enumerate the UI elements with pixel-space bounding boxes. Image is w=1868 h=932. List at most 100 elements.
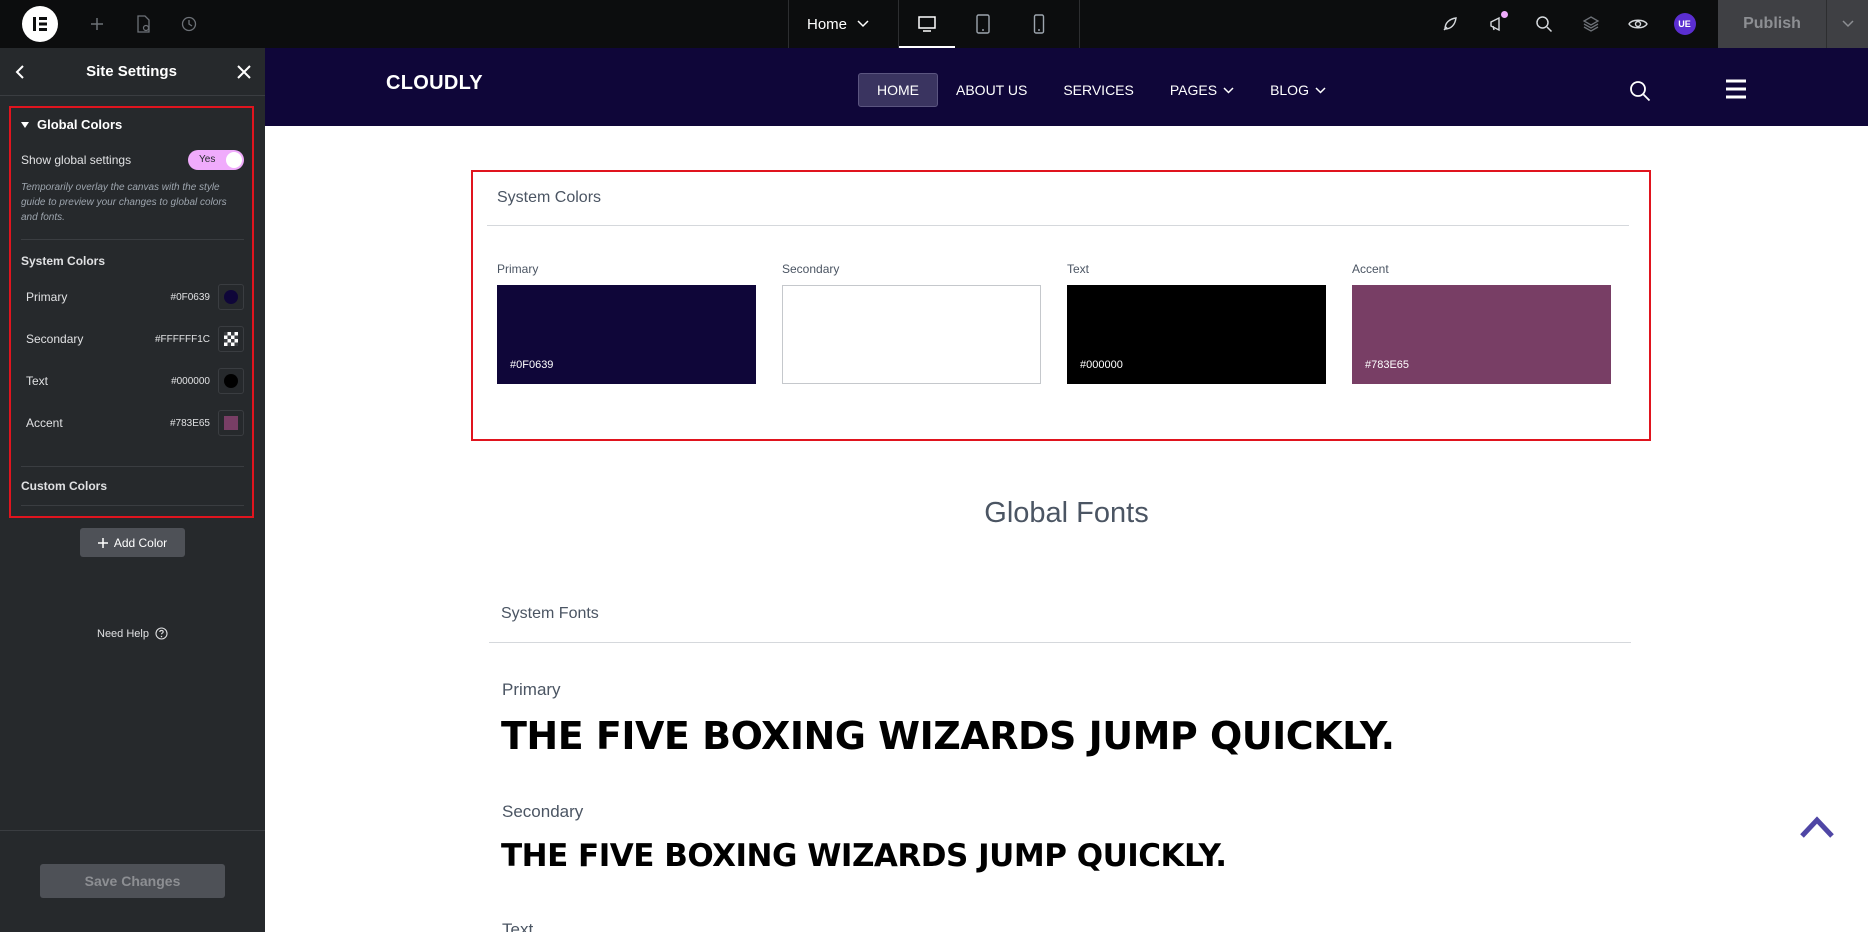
help-circle-icon [155,627,168,640]
global-colors-section: Global Colors Show global settings Yes T… [9,106,254,518]
color-swatch-button[interactable] [218,368,244,394]
close-icon[interactable] [237,64,251,79]
layers-icon[interactable] [1567,0,1614,48]
add-color-button[interactable]: Add Color [80,528,185,557]
notification-dot [1501,11,1508,18]
swatch-accent[interactable]: Accent #783E65 [1352,262,1612,384]
back-arrow-icon[interactable] [14,64,26,79]
panel-title: Site Settings [86,63,177,80]
top-bar-right: UE Publish [1426,0,1868,48]
save-changes-button[interactable]: Save Changes [40,864,225,898]
nav-item-home[interactable]: HOME [858,73,938,107]
color-name: Secondary [26,332,84,346]
mobile-view-button[interactable] [1011,0,1067,48]
color-row-text[interactable]: Text #000000 [11,360,252,402]
color-row-secondary[interactable]: Secondary #FFFFFF1C [11,318,252,360]
plus-icon [97,537,108,548]
show-global-settings-label: Show global settings [21,153,132,167]
swatch-primary[interactable]: Primary #0F0639 [497,262,757,384]
chevron-down-icon [857,20,869,28]
rocket-icon[interactable] [1426,0,1473,48]
color-name: Text [26,374,49,388]
publish-button[interactable]: Publish [1718,0,1826,48]
chevron-down-icon [1315,86,1326,94]
tablet-view-button[interactable] [955,0,1011,48]
color-swatch-button[interactable] [218,410,244,436]
color-hex: #0F0639 [170,291,210,303]
site-header: CLOUDLY HOME ABOUT US SERVICES PAGES BLO… [265,48,1868,126]
panel-footer: Save Changes [0,830,265,932]
color-swatch: #000000 [1067,285,1326,384]
color-swatch [224,416,238,430]
top-bar-center: Home [788,0,1080,48]
elementor-logo-icon[interactable] [22,6,58,42]
swatch-hex: #0F0639 [510,359,554,371]
notifications-icon[interactable] [1473,0,1520,48]
swatch-label: Primary [497,262,539,276]
nav-item-pages[interactable]: PAGES [1152,73,1252,107]
color-swatch-button[interactable] [218,284,244,310]
search-icon[interactable] [1520,0,1567,48]
hamburger-menu-icon[interactable] [1725,79,1747,104]
show-global-settings-toggle[interactable]: Yes [188,150,244,170]
user-avatar-button[interactable]: UE [1661,0,1708,48]
transparent-swatch-icon [224,332,238,346]
color-hex: #783E65 [169,417,210,429]
swatch-secondary[interactable]: Secondary [782,262,1042,384]
divider [487,225,1629,226]
nav-item-about-us[interactable]: ABOUT US [938,73,1045,107]
color-hex: #000000 [171,375,210,387]
tablet-icon [976,14,990,34]
nav-item-blog[interactable]: BLOG [1252,73,1344,107]
chevron-down-icon [1223,86,1234,94]
color-row-accent[interactable]: Accent #783E65 [11,402,252,444]
color-swatch-button[interactable] [218,326,244,352]
top-bar: Home UE Publish [0,0,1868,48]
font-label-text: Text [502,920,534,932]
nav-item-label: ABOUT US [956,82,1028,98]
panel-header: Site Settings [0,48,265,96]
history-icon[interactable] [166,0,212,48]
global-settings-hint: Temporarily overlay the canvas with the … [21,182,227,223]
need-help-link[interactable]: Need Help [97,627,168,640]
site-logo[interactable]: CLOUDLY [386,72,483,95]
divider [489,642,1631,643]
color-swatch: #783E65 [1352,285,1611,384]
system-colors-heading: System Colors [497,189,602,206]
section-title: Global Colors [37,117,123,132]
top-bar-left [0,0,212,48]
font-sample-primary: THE FIVE BOXING WIZARDS JUMP QUICKLY. [501,714,1395,758]
swatch-text[interactable]: Text #000000 [1067,262,1327,384]
preview-canvas: CLOUDLY HOME ABOUT US SERVICES PAGES BLO… [265,48,1868,932]
nav-item-label: BLOG [1270,82,1309,98]
publish-options-button[interactable] [1826,0,1868,48]
preview-eye-icon[interactable] [1614,0,1661,48]
global-colors-header[interactable]: Global Colors [11,108,252,132]
color-swatch [224,290,238,304]
system-colors-title: System Colors [21,254,106,268]
color-name: Primary [26,290,68,304]
divider [21,505,244,506]
site-settings-panel: Site Settings Global Colors Show global … [0,48,265,932]
swatch-label: Accent [1352,262,1389,276]
desktop-view-button[interactable] [899,0,955,48]
desktop-icon [918,16,936,32]
nav-item-services[interactable]: SERVICES [1045,73,1152,107]
custom-colors-title: Custom Colors [21,479,108,493]
swatch-hex: #000000 [1080,359,1123,371]
page-settings-icon[interactable] [120,0,166,48]
swatch-hex: #783E65 [1365,359,1410,371]
font-sample-secondary: THE FIVE BOXING WIZARDS JUMP QUICKLY. [501,838,1227,874]
swatch-label: Secondary [782,262,840,276]
site-search-icon[interactable] [1629,80,1651,107]
color-name: Accent [26,416,63,430]
color-row-primary[interactable]: Primary #0F0639 [11,276,252,318]
font-label-secondary: Secondary [502,802,584,821]
add-element-icon[interactable] [74,0,120,48]
page-selector[interactable]: Home [789,0,899,48]
show-global-settings-row: Show global settings Yes [11,150,252,170]
global-fonts-heading: Global Fonts [984,497,1149,529]
site-nav: HOME ABOUT US SERVICES PAGES BLOG [858,73,1344,107]
font-label-primary: Primary [502,680,561,699]
scroll-to-top-icon[interactable] [1799,814,1835,845]
